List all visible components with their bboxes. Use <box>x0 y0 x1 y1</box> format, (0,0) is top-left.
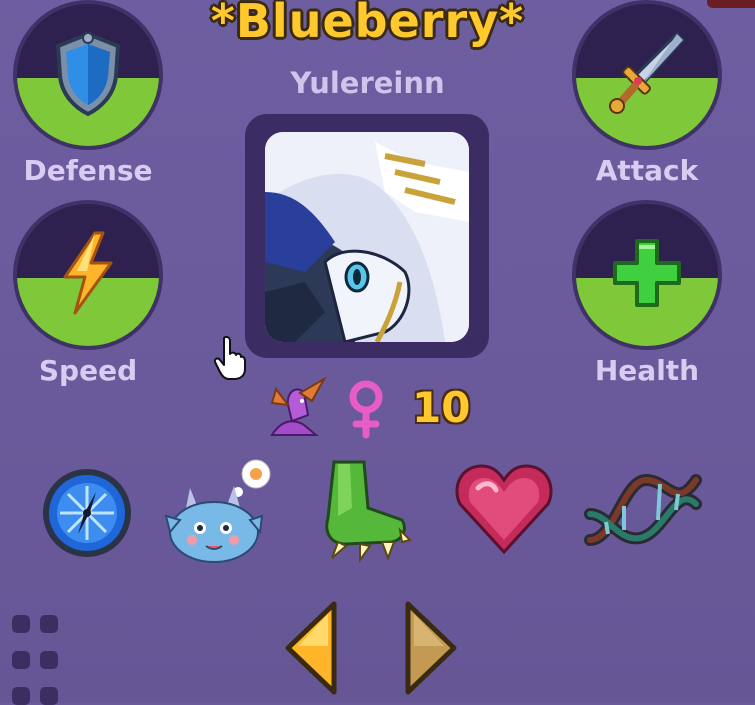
pet-level: 10 <box>412 383 471 432</box>
prev-pet-button[interactable] <box>282 600 344 700</box>
stat-health-circle <box>572 200 722 350</box>
trait-green-claw[interactable] <box>316 458 412 566</box>
next-pet-button[interactable] <box>398 600 460 700</box>
stat-defense-label: Defense <box>23 154 153 187</box>
stat-speed[interactable]: Speed <box>13 200 163 387</box>
trait-frost-compass[interactable] <box>40 466 134 564</box>
dna-helix-icon <box>584 470 702 554</box>
hand-cursor-icon <box>213 336 246 384</box>
pet-portrait-image <box>265 132 469 342</box>
green-claw-icon <box>316 458 412 566</box>
stat-speed-circle <box>13 200 163 350</box>
stat-attack[interactable]: Attack <box>572 0 722 187</box>
trait-dna-helix[interactable] <box>584 470 702 554</box>
stat-defense[interactable]: Defense <box>13 0 163 187</box>
stat-attack-circle <box>572 0 722 150</box>
arrow-right-icon <box>398 600 460 700</box>
frost-compass-icon <box>40 466 134 564</box>
trait-baby-dragon[interactable] <box>160 458 278 572</box>
pet-portrait-frame[interactable] <box>245 114 489 358</box>
stat-health[interactable]: Health <box>572 200 722 387</box>
stat-defense-circle <box>13 0 163 150</box>
plus-icon <box>611 237 683 313</box>
arrow-left-icon <box>282 600 344 700</box>
stat-attack-label: Attack <box>595 154 699 187</box>
stat-speed-label: Speed <box>38 354 138 387</box>
grid-menu-icon[interactable] <box>12 615 62 705</box>
shield-icon <box>52 30 124 120</box>
lightning-icon <box>57 231 119 319</box>
sword-icon <box>607 30 687 120</box>
stat-health-label: Health <box>594 354 700 387</box>
pink-heart-gem-icon <box>454 460 554 560</box>
trait-pink-heart-gem[interactable] <box>454 460 554 560</box>
baby-dragon-thinking-icon <box>160 458 278 572</box>
female-symbol-icon <box>344 379 388 443</box>
purple-dragon-icon <box>264 375 328 443</box>
